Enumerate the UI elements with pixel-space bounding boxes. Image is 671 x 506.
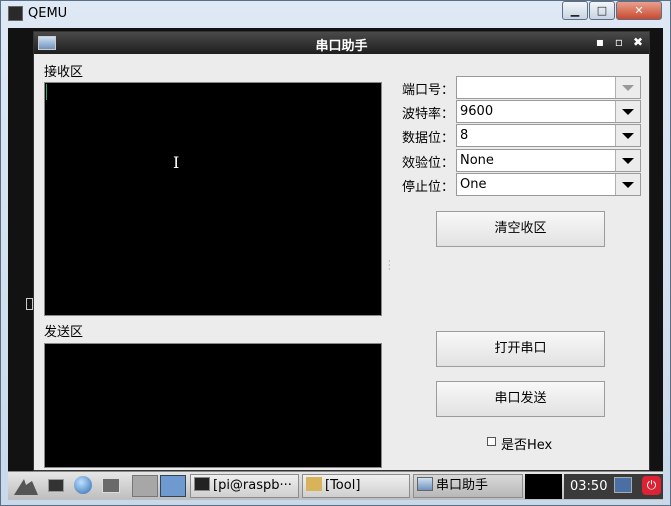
parity-combobox[interactable]: None: [456, 149, 641, 172]
baud-rate-label: 波特率：: [402, 107, 455, 122]
splitter-handle[interactable]: · · ·: [388, 258, 392, 274]
clear-receive-button[interactable]: 清空收区: [436, 211, 605, 247]
app-titlebar[interactable]: 串口助手 ▪ ▫ ✖: [34, 32, 649, 54]
folder-icon: [306, 477, 322, 491]
taskbar-item-label: 串口助手: [436, 478, 489, 493]
workspace-1-button[interactable]: [132, 475, 158, 497]
data-bits-label: 数据位：: [402, 131, 455, 146]
menu-launcher-icon[interactable]: [12, 475, 40, 497]
terminal-launcher-icon[interactable]: [48, 479, 64, 492]
stop-bits-value: One: [460, 177, 487, 192]
qemu-maximize-button[interactable]: □: [589, 1, 615, 20]
ibeam-cursor-icon: I: [173, 153, 180, 172]
chevron-down-icon[interactable]: [615, 101, 640, 122]
clock[interactable]: 03:50: [570, 479, 607, 494]
receive-area-label: 接收区: [44, 65, 84, 80]
receive-textarea[interactable]: I: [44, 82, 382, 316]
text-cursor: [46, 84, 47, 100]
parity-label: 效验位：: [402, 156, 455, 171]
chevron-down-icon[interactable]: [615, 125, 640, 146]
port-label: 端口号：: [402, 83, 455, 98]
taskbar-item-terminal[interactable]: [pi@raspb···: [190, 474, 299, 498]
send-textarea[interactable]: [44, 343, 382, 468]
qemu-window-title: QEMU: [28, 6, 68, 21]
hex-checkbox[interactable]: [487, 437, 496, 446]
terminal-icon: [194, 477, 210, 491]
hex-checkbox-label[interactable]: 是否Hex: [501, 434, 552, 453]
app-minimize-icon[interactable]: ▪: [593, 35, 607, 49]
port-combobox[interactable]: [456, 76, 641, 99]
power-icon[interactable]: ⏻: [642, 476, 661, 495]
app-close-icon[interactable]: ✖: [631, 35, 645, 49]
workspace-2-button[interactable]: [160, 475, 186, 497]
taskbar-item-tool[interactable]: [Tool]: [302, 474, 410, 498]
qemu-close-button[interactable]: ✕: [616, 1, 662, 20]
send-button[interactable]: 串口发送: [436, 381, 605, 417]
cpu-monitor: [525, 474, 562, 499]
baud-rate-value: 9600: [460, 104, 494, 119]
desktop-artifact: [26, 298, 33, 310]
data-bits-combobox[interactable]: 8: [456, 124, 641, 147]
app-title: 串口助手: [315, 39, 368, 54]
open-port-button[interactable]: 打开串口: [436, 331, 605, 367]
stop-bits-combobox[interactable]: One: [456, 173, 641, 196]
display-icon[interactable]: [614, 477, 632, 493]
taskbar: [pi@raspb··· [Tool] 串口助手 03:50 ⏻: [8, 471, 663, 500]
taskbar-item-serial-assistant[interactable]: 串口助手: [413, 474, 523, 498]
app-window-icon: [417, 477, 433, 491]
chevron-down-icon[interactable]: [615, 77, 640, 98]
data-bits-value: 8: [460, 128, 469, 143]
baud-rate-combobox[interactable]: 9600: [456, 100, 641, 123]
chevron-down-icon[interactable]: [615, 174, 640, 195]
qemu-app-icon: [8, 6, 23, 21]
serial-assistant-window: 串口助手 ▪ ▫ ✖ 接收区 I 发送区 · · · 端口号： 波特率： 9600 …: [33, 31, 650, 471]
taskbar-item-label: [pi@raspb···: [213, 478, 292, 493]
show-desktop-icon[interactable]: [102, 478, 120, 493]
app-maximize-icon[interactable]: ▫: [612, 35, 626, 49]
chevron-down-icon[interactable]: [615, 150, 640, 171]
parity-value: None: [460, 153, 494, 168]
send-area-label: 发送区: [44, 325, 84, 340]
stop-bits-label: 停止位：: [402, 180, 455, 195]
browser-launcher-icon[interactable]: [74, 476, 92, 494]
qemu-minimize-button[interactable]: ▁: [562, 1, 588, 20]
taskbar-item-label: [Tool]: [325, 478, 361, 493]
